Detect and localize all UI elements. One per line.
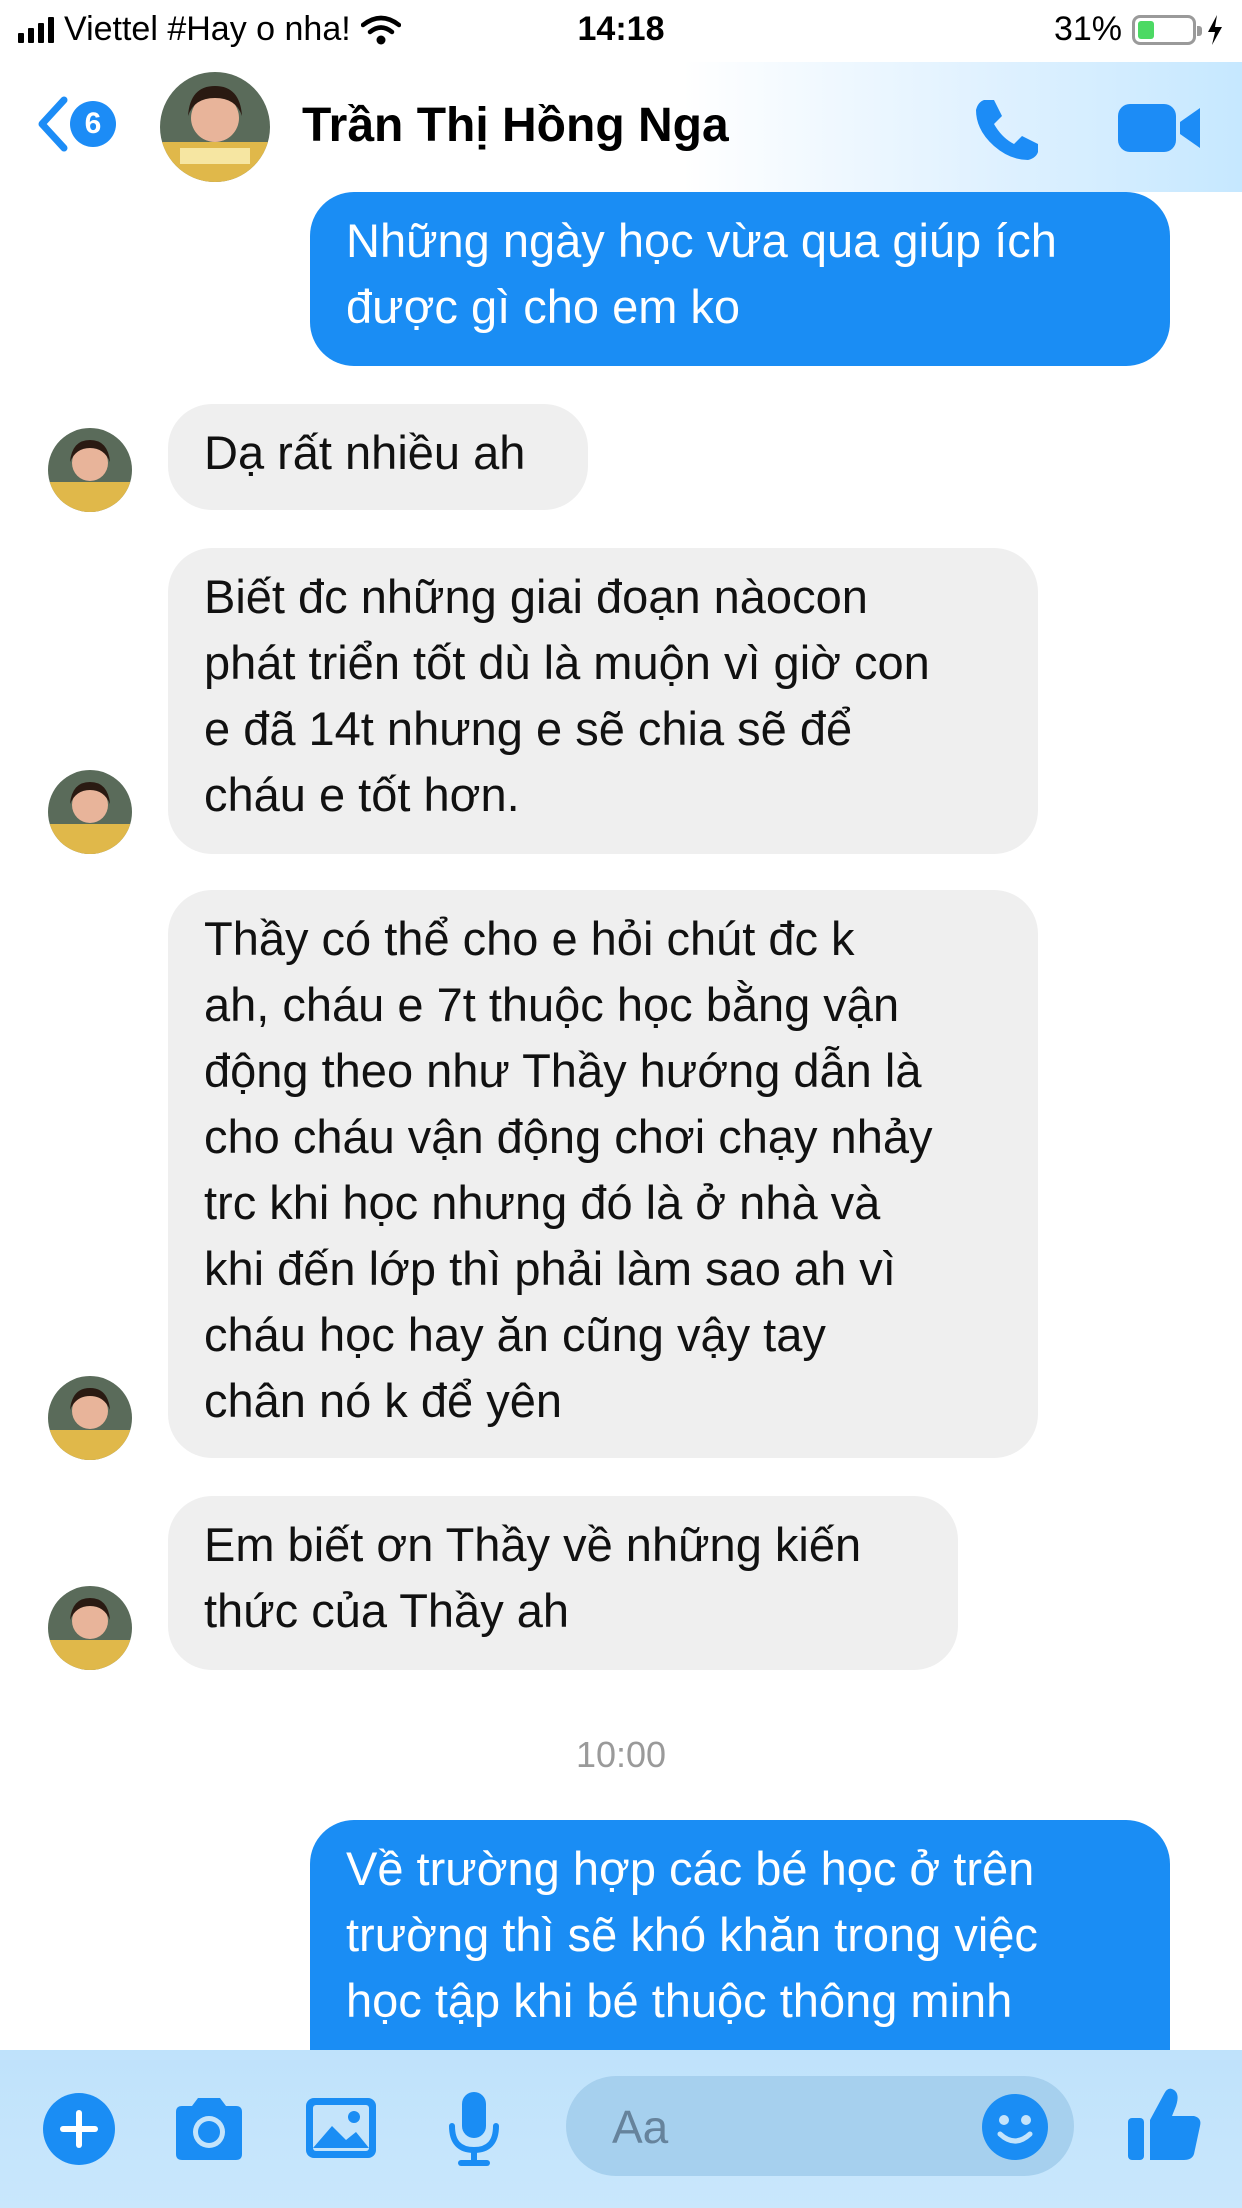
message-outgoing[interactable]: Những ngày học vừa qua giúp ích được gì … [310,192,1170,366]
charging-bolt-icon [1208,14,1222,45]
message-incoming[interactable]: Thầy có thể cho e hỏi chút đc k ah, cháu… [168,890,1038,1458]
contact-name[interactable]: Trần Thị Hồng Nga [302,98,729,153]
contact-avatar-small [48,770,132,854]
camera-icon[interactable] [170,2094,248,2162]
composer-bar [0,2050,1242,2208]
contact-avatar-small [48,428,132,512]
plus-icon[interactable] [42,2092,116,2166]
battery-fill [1138,20,1155,39]
unread-count-badge: 6 [70,101,116,147]
phone-icon[interactable] [970,94,1042,166]
battery-percent: 31% [1053,10,1122,48]
emoji-icon[interactable] [980,2092,1050,2162]
chevron-left-icon [38,96,68,152]
battery-icon [1132,14,1202,45]
message-timestamp: 10:00 [575,1734,667,1775]
message-incoming[interactable]: Em biết ơn Thầy về những kiến thức của T… [168,1496,958,1670]
video-camera-icon[interactable] [1116,100,1202,156]
contact-avatar-small [48,1376,132,1460]
status-bar: Viettel #Hay o nha! 14:18 31% [0,0,1242,62]
photo-gallery-icon[interactable] [304,2096,378,2160]
conversation-header: 6 Trần Thị Hồng Nga [0,62,1242,192]
message-input[interactable] [610,2098,914,2156]
status-right: 31% [1054,10,1224,49]
message-incoming[interactable]: Biết đc những giai đoạn nàocon phát triể… [168,548,1038,854]
avatar-image [160,72,270,182]
back-button[interactable]: 6 [36,96,116,152]
thumbs-up-icon[interactable] [1124,2084,1204,2164]
message-input-pill[interactable] [566,2076,1074,2176]
contact-avatar-small [48,1586,132,1670]
microphone-icon[interactable] [446,2090,502,2168]
message-incoming[interactable]: Dạ rất nhiều ah [168,404,588,510]
contact-avatar[interactable] [160,72,270,182]
